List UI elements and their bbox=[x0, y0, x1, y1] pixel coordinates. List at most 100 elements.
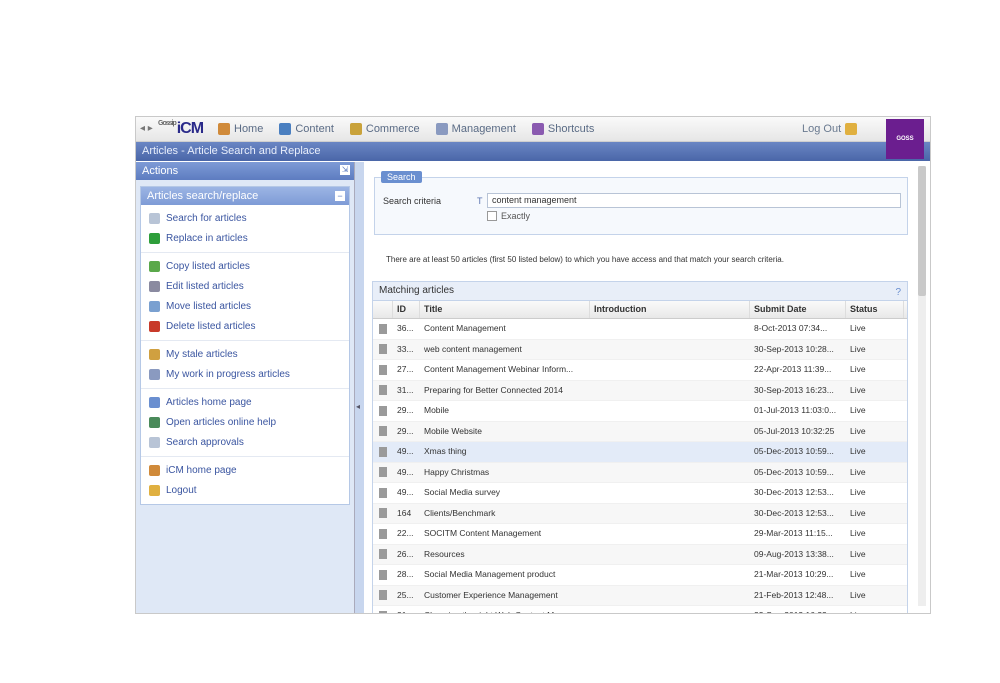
menu-item-shortcuts[interactable]: Shortcuts bbox=[531, 123, 594, 135]
table-row[interactable]: 49... Social Media survey 30-Dec-2013 12:5… bbox=[373, 483, 907, 504]
table-row[interactable]: 25... Customer Experience Management 21-Fe… bbox=[373, 585, 907, 606]
move-icon bbox=[149, 300, 160, 312]
table-row[interactable]: 28... Social Media Management product 21-M… bbox=[373, 565, 907, 586]
cell-intro bbox=[590, 483, 750, 503]
table-row[interactable]: 27... Content Management Webinar Inform..… bbox=[373, 360, 907, 381]
article-icon-cell bbox=[373, 606, 393, 613]
cell-id: 49... bbox=[397, 487, 414, 497]
action-my-stale-articles[interactable]: My stale articles bbox=[141, 344, 349, 364]
action-articles-home-page[interactable]: Articles home page bbox=[141, 392, 349, 412]
scrollbar-thumb[interactable] bbox=[918, 166, 926, 296]
action-delete-listed-articles[interactable]: Delete listed articles bbox=[141, 316, 349, 336]
help-icon[interactable]: ? bbox=[895, 284, 901, 302]
table-row[interactable]: 164 Clients/Benchmark 30-Dec-2013 12:53...… bbox=[373, 503, 907, 524]
menu-item-commerce[interactable]: Commerce bbox=[349, 123, 420, 135]
action-label: My stale articles bbox=[166, 348, 238, 360]
action-my-work-in-progress-articles[interactable]: My work in progress articles bbox=[141, 364, 349, 384]
action-copy-listed-articles[interactable]: Copy listed articles bbox=[141, 256, 349, 276]
cell-id: 27... bbox=[397, 364, 414, 374]
main-content: Search Search criteria T content managem… bbox=[364, 162, 930, 613]
cell-date: 30-Sep-2013 16:23... bbox=[754, 384, 834, 395]
column-header-status[interactable]: Status bbox=[846, 301, 904, 318]
table-row[interactable]: 26... Resources 09-Aug-2013 13:38... Live bbox=[373, 544, 907, 565]
table-row[interactable]: 31... Preparing for Better Connected 2014… bbox=[373, 380, 907, 401]
action-logout[interactable]: Logout bbox=[141, 480, 349, 500]
column-header-title[interactable]: Title bbox=[420, 301, 590, 318]
action-replace-in-articles[interactable]: Replace in articles bbox=[141, 228, 349, 248]
home-icon bbox=[218, 123, 230, 135]
main-scrollbar[interactable] bbox=[918, 166, 926, 606]
collapse-arrow-icon[interactable]: ◂ bbox=[356, 402, 360, 411]
column-header-introduction[interactable]: Introduction bbox=[590, 301, 750, 318]
action-edit-listed-articles[interactable]: Edit listed articles bbox=[141, 276, 349, 296]
table-row[interactable]: 31...Choosing the right Web Content Mana… bbox=[373, 606, 907, 613]
table-row[interactable]: 22... SOCITM Content Management 29-Mar-201… bbox=[373, 524, 907, 545]
cell-status: Live bbox=[846, 606, 904, 613]
cell-intro bbox=[590, 545, 750, 565]
cell-id: 28... bbox=[397, 569, 414, 579]
cell-title: Preparing for Better Connected 2014 bbox=[424, 384, 563, 395]
menu-item-management[interactable]: Management bbox=[435, 123, 516, 135]
table-row[interactable]: 49... Happy Christmas 05-Dec-2013 10:59...… bbox=[373, 462, 907, 483]
cell-title: Social Media survey bbox=[424, 487, 501, 497]
cell-id: 49... bbox=[397, 446, 414, 456]
menu-item-home[interactable]: Home bbox=[218, 123, 263, 135]
action-group: Articles home page Open articles online h… bbox=[141, 389, 349, 457]
cell-id: 26... bbox=[397, 548, 414, 559]
grid-title-label: Matching articles bbox=[379, 285, 455, 296]
article-icon-cell bbox=[373, 360, 393, 380]
document-icon bbox=[379, 467, 387, 478]
cell-status: Live bbox=[850, 343, 866, 354]
action-move-listed-articles[interactable]: Move listed articles bbox=[141, 296, 349, 316]
action-search-approvals[interactable]: Search approvals bbox=[141, 432, 349, 452]
page-title: Articles - Article Search and Replace bbox=[142, 145, 321, 157]
cell-status: Live bbox=[850, 589, 866, 600]
column-header-id[interactable]: ID bbox=[393, 301, 420, 318]
back-forward-arrows-icon[interactable]: ◂ ▸ bbox=[140, 123, 153, 134]
actions-header: Actions ⇲ bbox=[136, 162, 354, 180]
logo-text: iCM bbox=[176, 120, 204, 137]
article-icon-cell bbox=[373, 504, 393, 524]
stale-icon bbox=[149, 348, 160, 360]
panel-header[interactable]: Articles search/replace − bbox=[141, 187, 349, 205]
table-row[interactable]: 29... Mobile Website 05-Jul-2013 10:32:25 L… bbox=[373, 421, 907, 442]
search-fieldset: Search Search criteria T content managem… bbox=[374, 171, 908, 235]
cell-intro bbox=[590, 463, 750, 483]
menu-item-label: Content bbox=[295, 123, 334, 135]
cell-date: 01-Jul-2013 11:03:0... bbox=[754, 405, 837, 415]
exactly-option[interactable]: Exactly bbox=[487, 211, 530, 221]
sidebar-splitter[interactable]: ◂ bbox=[354, 162, 364, 613]
cell-date: 21-Feb-2013 12:48... bbox=[754, 589, 834, 600]
cell-status: Live bbox=[850, 405, 866, 415]
collapse-icon[interactable]: − bbox=[335, 191, 345, 201]
action-search-for-articles[interactable]: Search for articles bbox=[141, 208, 349, 228]
cell-id: 22... bbox=[397, 528, 414, 538]
icm-logo[interactable]: GossipiCM bbox=[158, 120, 204, 138]
cell-date: 30-Sep-2013 10:28... bbox=[754, 343, 834, 354]
table-row[interactable]: 49... Xmas thing 05-Dec-2013 10:59... Live bbox=[373, 442, 907, 463]
document-icon bbox=[379, 569, 387, 580]
table-row[interactable]: 36... Content Management 8-Oct-2013 07:34.… bbox=[373, 319, 907, 340]
action-label: My work in progress articles bbox=[166, 368, 290, 380]
menu-item-content[interactable]: Content bbox=[279, 123, 334, 135]
article-icon-cell bbox=[373, 586, 393, 606]
table-row[interactable]: 29... Mobile 01-Jul-2013 11:03:0... Live bbox=[373, 401, 907, 422]
column-header-submit-date[interactable]: Submit Date bbox=[750, 301, 846, 318]
action-label: Open articles online help bbox=[166, 416, 277, 428]
action-label: Move listed articles bbox=[166, 300, 252, 312]
matching-articles-grid: Matching articles ? ID Title Introductio… bbox=[372, 281, 908, 613]
search-criteria-input[interactable]: content management bbox=[487, 193, 901, 208]
action-group: iCM home page Logout bbox=[141, 457, 349, 504]
action-open-articles-online-help[interactable]: Open articles online help bbox=[141, 412, 349, 432]
pin-icon[interactable]: ⇲ bbox=[340, 165, 350, 175]
cell-intro bbox=[590, 401, 750, 421]
table-row[interactable]: 33... web content management 30-Sep-2013 1… bbox=[373, 339, 907, 360]
action-icm-home-page[interactable]: iCM home page bbox=[141, 460, 349, 480]
shortcuts-icon bbox=[531, 123, 544, 135]
exactly-checkbox[interactable] bbox=[487, 211, 497, 221]
cell-date: 09-Aug-2013 13:38... bbox=[754, 548, 834, 559]
grid-rows: 36... Content Management 8-Oct-2013 07:34.… bbox=[373, 319, 907, 613]
cell-title: Content Management bbox=[424, 323, 506, 333]
logout-link[interactable]: Log Out bbox=[802, 123, 858, 135]
action-label: Replace in articles bbox=[166, 232, 248, 244]
